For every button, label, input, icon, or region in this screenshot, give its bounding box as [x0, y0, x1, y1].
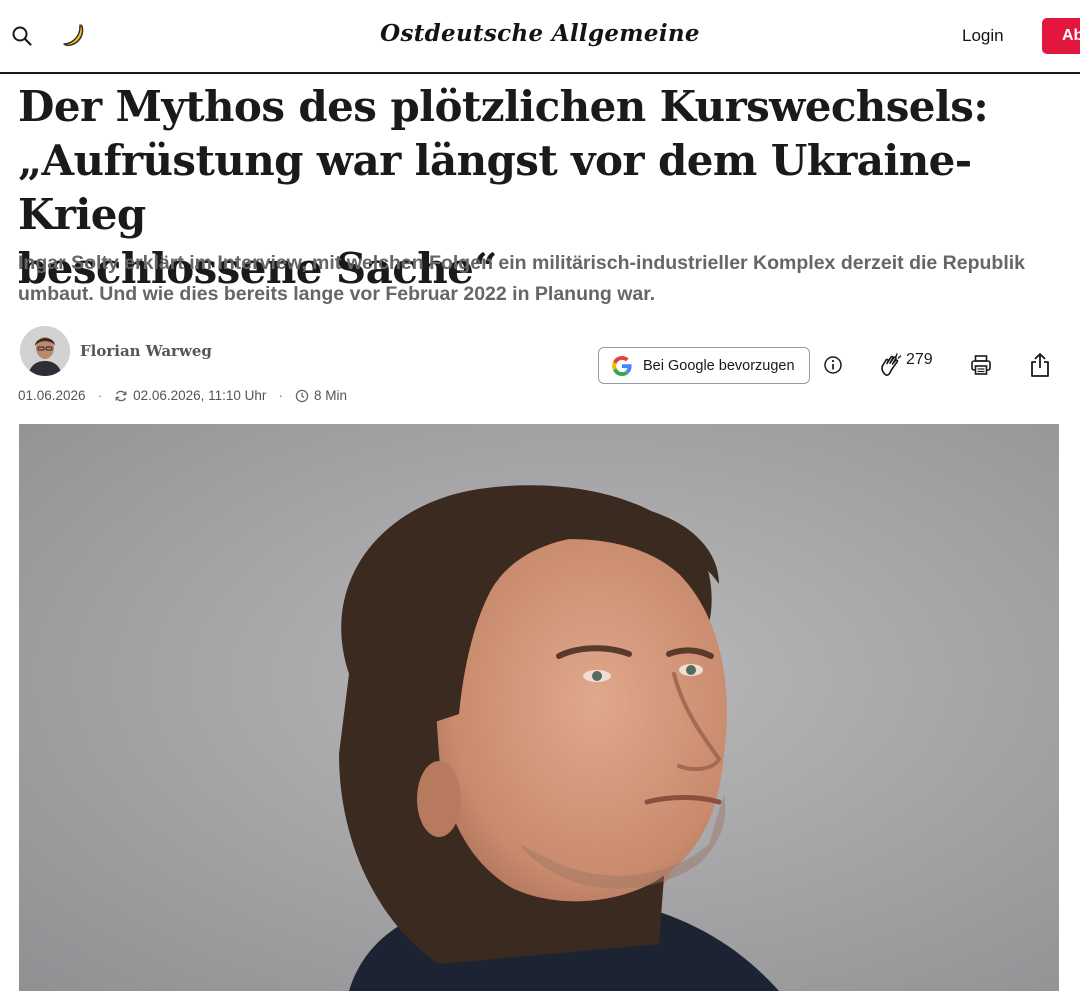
article-hero-image [19, 424, 1059, 991]
top-navigation-bar: Ostdeutsche Allgemeine Login Ab [0, 0, 1080, 74]
google-g-icon [612, 355, 632, 376]
meta-separator: · [278, 388, 283, 403]
subscribe-button[interactable]: Ab [1042, 18, 1080, 54]
login-link[interactable]: Login [962, 26, 1004, 46]
refresh-icon [115, 390, 127, 401]
info-icon[interactable] [822, 354, 844, 376]
share-icon[interactable] [1027, 351, 1053, 379]
article-lead: Ingar Solty erklärt im Interview, mit we… [18, 248, 1058, 310]
headline-line: Der Mythos des plötzlichen Kurswechsels: [18, 82, 989, 131]
article-meta: 01.06.2026 · 02.06.2026, 11:10 Uhr · 8 M… [18, 388, 347, 403]
meta-separator: · [97, 388, 103, 403]
banana-icon[interactable] [60, 22, 88, 50]
published-date: 01.06.2026 [18, 388, 86, 403]
clap-count: 279 [906, 351, 933, 368]
headline-line: „Aufrüstung war längst vor dem Ukraine-K… [18, 136, 972, 239]
read-time: 8 Min [313, 388, 347, 403]
author-name[interactable]: Florian Warweg [80, 342, 212, 360]
print-icon[interactable] [968, 352, 994, 378]
search-icon[interactable] [8, 22, 36, 50]
author-avatar[interactable] [20, 326, 70, 376]
updated-date: 02.06.2026, 11:10 Uhr [133, 388, 267, 403]
clock-icon [295, 389, 309, 402]
google-preferred-source-button[interactable]: Bei Google bevorzugen [598, 347, 810, 384]
site-logo[interactable]: Ostdeutsche Allgemeine [340, 20, 740, 47]
lead-line: umbaut. Und wie dies bereits lange vor F… [18, 283, 656, 305]
google-button-label: Bei Google bevorzugen [643, 357, 795, 374]
clap-icon[interactable] [876, 350, 906, 380]
lead-line: Ingar Solty erklärt im Interview, mit we… [18, 252, 1026, 274]
